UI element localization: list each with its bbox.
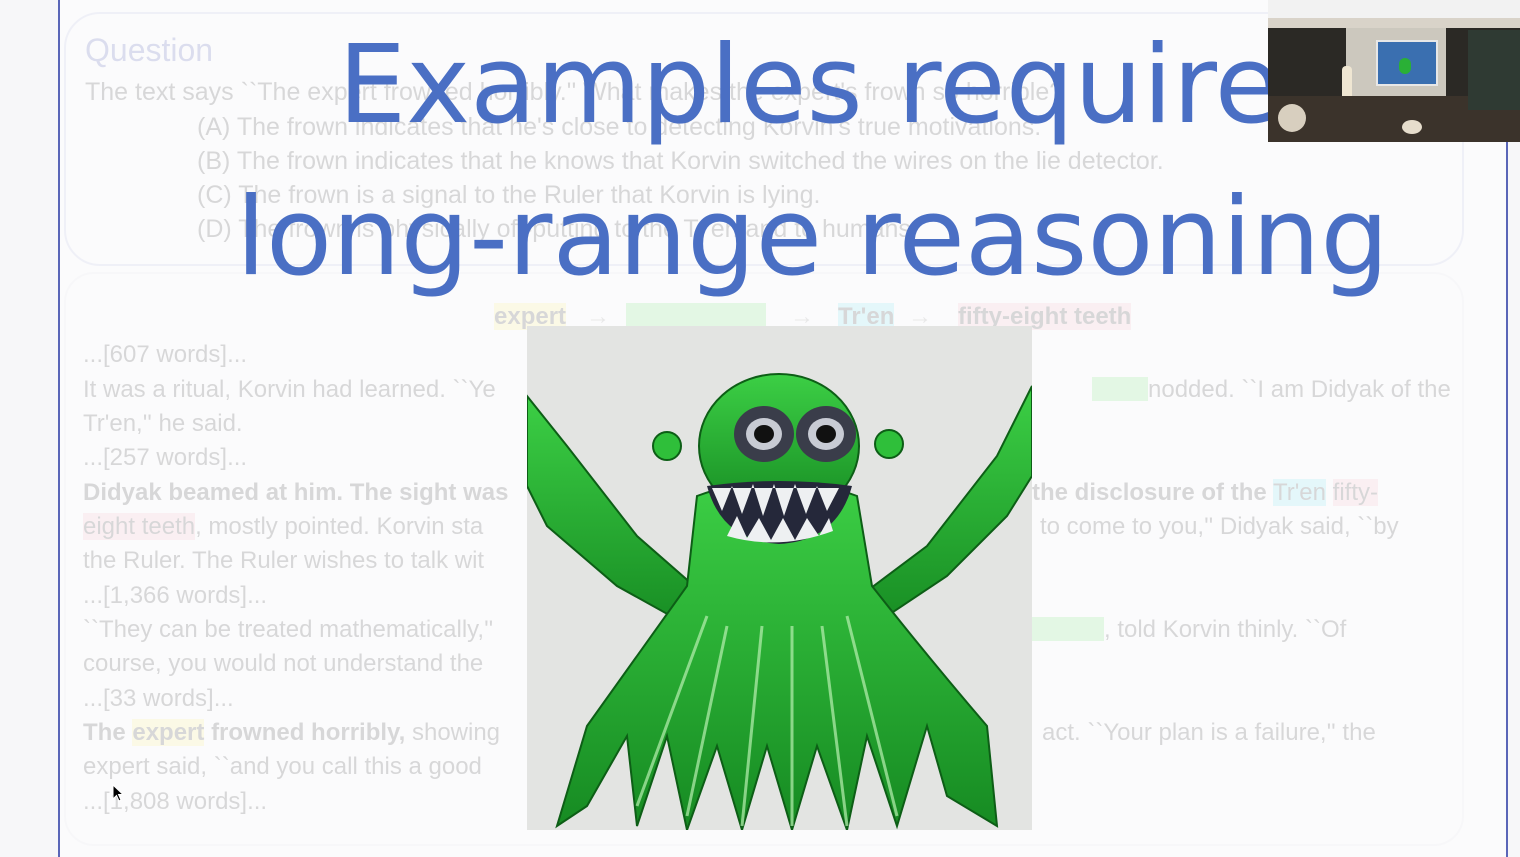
slide-title-line-2: long-range reasoning	[236, 175, 1389, 300]
passage-line: ...[1,366 words]...	[83, 582, 268, 609]
passage-line: , told Korvin thinly. ``Of	[1032, 616, 1346, 644]
passage-line: ...[257 words]...	[83, 444, 248, 471]
passage-line: course, you would not understand the	[83, 650, 484, 677]
passage-line: expert said, ``and you call this a good	[83, 753, 482, 780]
speaker-video-thumbnail	[1268, 0, 1520, 142]
passage-line: to come to you,'' Didyak said, ``by	[1040, 513, 1399, 540]
arrow-cursor-icon	[112, 783, 125, 802]
passage-line: Tr'en,'' he said.	[83, 410, 243, 437]
passage-line: ``They can be treated mathematically,''	[83, 616, 494, 643]
passage-line: the disclosure of the Tr'en fifty-	[1032, 479, 1378, 506]
monster-image	[526, 326, 1033, 834]
option-b: (B) The frown indicates that he knows th…	[197, 147, 1164, 175]
passage-line: ...[33 words]...	[83, 685, 234, 712]
question-heading: Question	[85, 32, 214, 68]
passage-line: ...[607 words]...	[83, 341, 248, 368]
slide-title-line-1: Examples require	[338, 23, 1282, 148]
passage-line: nodded. ``I am Didyak of the	[1092, 376, 1451, 404]
passage-line: the Ruler. The Ruler wishes to talk wit	[83, 547, 485, 574]
passage-line: act. ``Your plan is a failure,'' the	[1042, 719, 1376, 746]
mouse-cursor	[112, 783, 125, 807]
passage-line: The expert frowned horribly, showing	[83, 719, 501, 746]
passage-line: eight teeth, mostly pointed. Korvin sta	[83, 513, 484, 540]
passage-line: Didyak beamed at him. The sight was	[83, 479, 509, 506]
passage-line: It was a ritual, Korvin had learned. ``Y…	[83, 376, 496, 403]
passage-line: ...[1,808 words]...	[83, 788, 268, 815]
